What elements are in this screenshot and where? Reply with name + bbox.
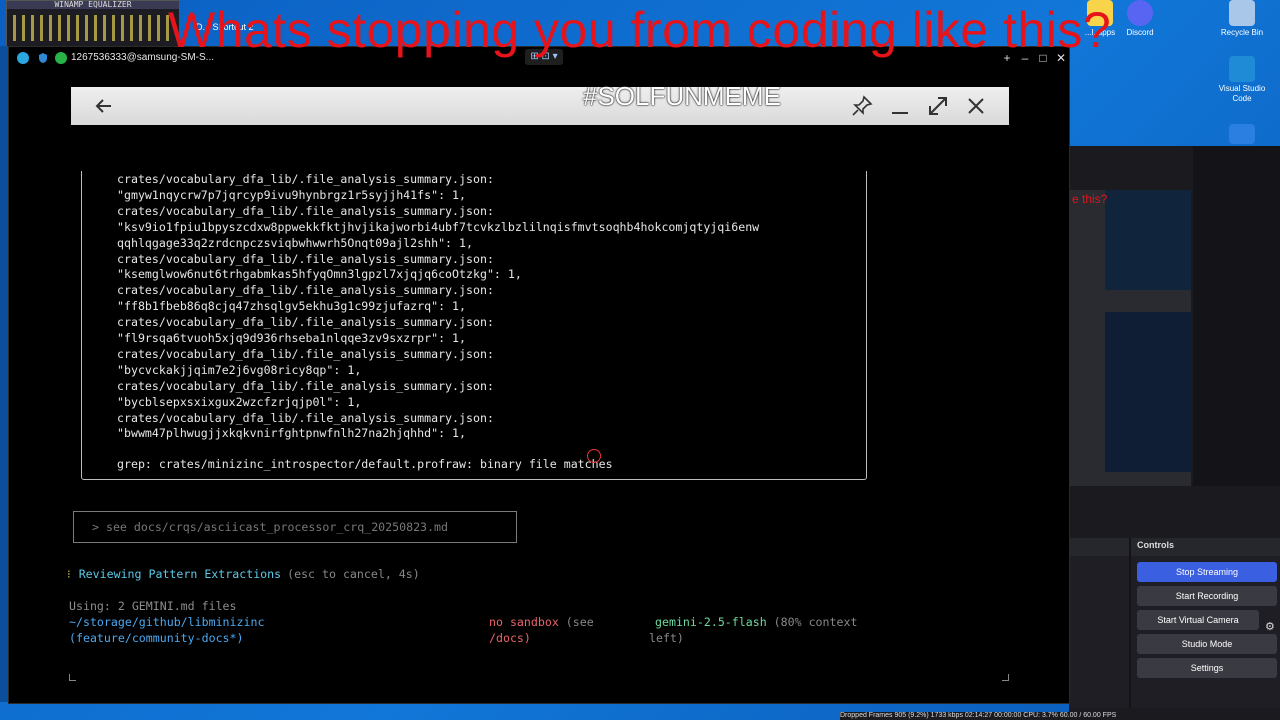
grep-result-line: grep: crates/minizinc_introspector/defau… [117,457,613,471]
expand-icon[interactable] [925,93,951,119]
desktop-icon-vscode[interactable]: Visual Studio Code [1212,56,1272,104]
status-icon [55,52,67,64]
scrcpy-window[interactable]: 1267536333@samsung-SM-S... ⊞ ⊡ ▾ + – □ ✕… [8,46,1070,704]
terminal-output-line: "ksemglwow6nut6trhgabmkas5hfyqOmn3lgpzl7… [117,267,522,282]
minimize-icon[interactable] [887,93,913,119]
start-virtual-camera-button[interactable]: Start Virtual Camera [1137,610,1259,630]
terminal-output-line: "fl9rsqa6tvuoh5xjq9d936rhseba1nlqqe3zv9s… [117,331,467,345]
terminal-output-line: "bwwm47plhwugjjxkqkvnirfghtpnwfnlh27na2h… [117,426,467,441]
command-text: > see docs/crqs/asciicast_processor_crq_… [92,520,448,534]
terminal-output-line: crates/vocabulary_dfa_lib/.file_analysis… [117,378,494,393]
model-name: gemini-2.5-flash [655,615,767,629]
reviewing-label: Reviewing Pattern Extractions [78,567,282,581]
corner-mark [1002,674,1009,681]
dock-separator [1129,538,1131,708]
discord-icon [1127,0,1153,26]
pin-icon[interactable] [849,93,875,119]
phone-app-bar: #SOLFUNMEME [71,81,1009,125]
corner-mark [69,674,76,681]
context-left: left) [649,631,684,645]
desktop-icon-discord[interactable]: Discord [1110,0,1170,38]
shield-icon [39,53,47,63]
git-branch: (feature/community-docs*) [69,631,244,645]
obs-window[interactable]: Controls Stop Streaming Start Recording … [1069,146,1280,720]
terminal-output-line: crates/vocabulary_dfa_lib/.file_analysis… [117,172,494,186]
obs-status-bar: Dropped Frames 905 (9.2%) 1733 kbps 02:1… [840,712,1280,720]
start-recording-button[interactable]: Start Recording [1137,586,1277,606]
sandbox-status: no sandbox (see [489,615,594,629]
cancel-hint: (esc to cancel, 4s) [287,567,420,581]
model-status: gemini-2.5-flash (80% context [655,615,857,629]
terminal-output-line: "bycblsepxsxixgux2wzcfzrjqjp0l": 1, [117,394,362,409]
headline-overlay: Whats stopping you from coding like this… [168,2,1112,58]
sandbox-label: no sandbox [489,615,559,629]
spinner-icon: ⁝ [67,567,71,581]
terminal-area[interactable]: crates/vocabulary_dfa_lib/.file_analysis… [9,127,1069,703]
scrcpy-app-icon [17,52,29,64]
terminal-output-line: "bycvckakjjqim7e2j6vg08ricy8qp": 1, [117,362,362,377]
gear-icon[interactable]: ⚙ [1265,620,1279,634]
equalizer-sliders[interactable] [13,15,173,41]
studio-mode-button[interactable]: Studio Mode [1137,634,1277,654]
obs-side-panel [1193,146,1280,486]
recycle-bin-icon [1229,0,1255,26]
terminal-output-line: "ff8b1fbeb86q8cjq47zhsqlgv5ekhu3g1c99zju… [117,299,467,314]
cwd-path: ~/storage/github/libminizinc [69,615,265,629]
terminal-output-line: crates/vocabulary_dfa_lib/.file_analysis… [117,346,494,361]
terminal-output-line: crates/vocabulary_dfa_lib/.file_analysis… [117,410,494,425]
desktop-icon-label: Recycle Bin [1220,28,1264,37]
visual-studio-icon [1229,124,1255,144]
desktop-icon-vs[interactable] [1212,124,1272,146]
preview-thumbnail [1105,190,1191,290]
stop-streaming-button[interactable]: Stop Streaming [1137,562,1277,582]
context-usage: (80% context [773,615,858,629]
vscode-icon [1229,56,1255,82]
terminal-output-line: crates/vocabulary_dfa_lib/.file_analysis… [117,203,494,218]
sandbox-docs: /docs) [489,631,531,645]
app-title: #SOLFUNMEME [583,81,781,111]
status-line: ⁝ Reviewing Pattern Extractions (esc to ca… [67,567,420,581]
winamp-title: WINAMP EQUALIZER [7,1,179,9]
winamp-equalizer-window[interactable]: WINAMP EQUALIZER [6,0,180,48]
close-icon[interactable] [963,93,989,119]
controls-title: Controls [1137,540,1174,550]
terminal-output-line: crates/vocabulary_dfa_lib/.file_analysis… [117,251,494,266]
desktop-icon-label: Visual Studio Code [1218,84,1266,103]
settings-button[interactable]: Settings [1137,658,1277,678]
back-arrow-icon[interactable] [91,93,117,119]
terminal-output-line: crates/vocabulary_dfa_lib/.file_analysis… [117,315,494,330]
terminal-output-line: crates/vocabulary_dfa_lib/.file_analysis… [117,283,494,298]
obs-preview [1069,190,1191,486]
obs-controls-dock: Controls Stop Streaming Start Recording … [1069,538,1280,708]
desktop-icon-label: Discord [1126,28,1154,37]
desktop-icon-recycle-bin[interactable]: Recycle Bin [1212,0,1272,38]
terminal-output-line: "gmyw1nqycrw7p7jqrcyp9ivu9hynbrgz1r5syjj… [117,187,467,202]
dock-header [1069,538,1280,556]
terminal-output-line: qqhlqgage33q2zrdcnpczsviqbwhwwrh5Onqt09a… [117,235,473,250]
command-box[interactable]: > see docs/crqs/asciicast_processor_crq_… [73,511,517,543]
preview-thumbnail [1105,312,1191,472]
using-files: Using: 2 GEMINI.md files [69,599,237,613]
left-desktop-strip [0,46,8,702]
preview-mini-headline: e this? [1072,192,1108,206]
mouse-cursor-highlight [587,449,601,463]
terminal-output-line: "ksv9io1fpiu1bpyszcdxw8ppwekkfktjhvjikaj… [117,219,760,234]
sandbox-see: (see [565,615,594,629]
